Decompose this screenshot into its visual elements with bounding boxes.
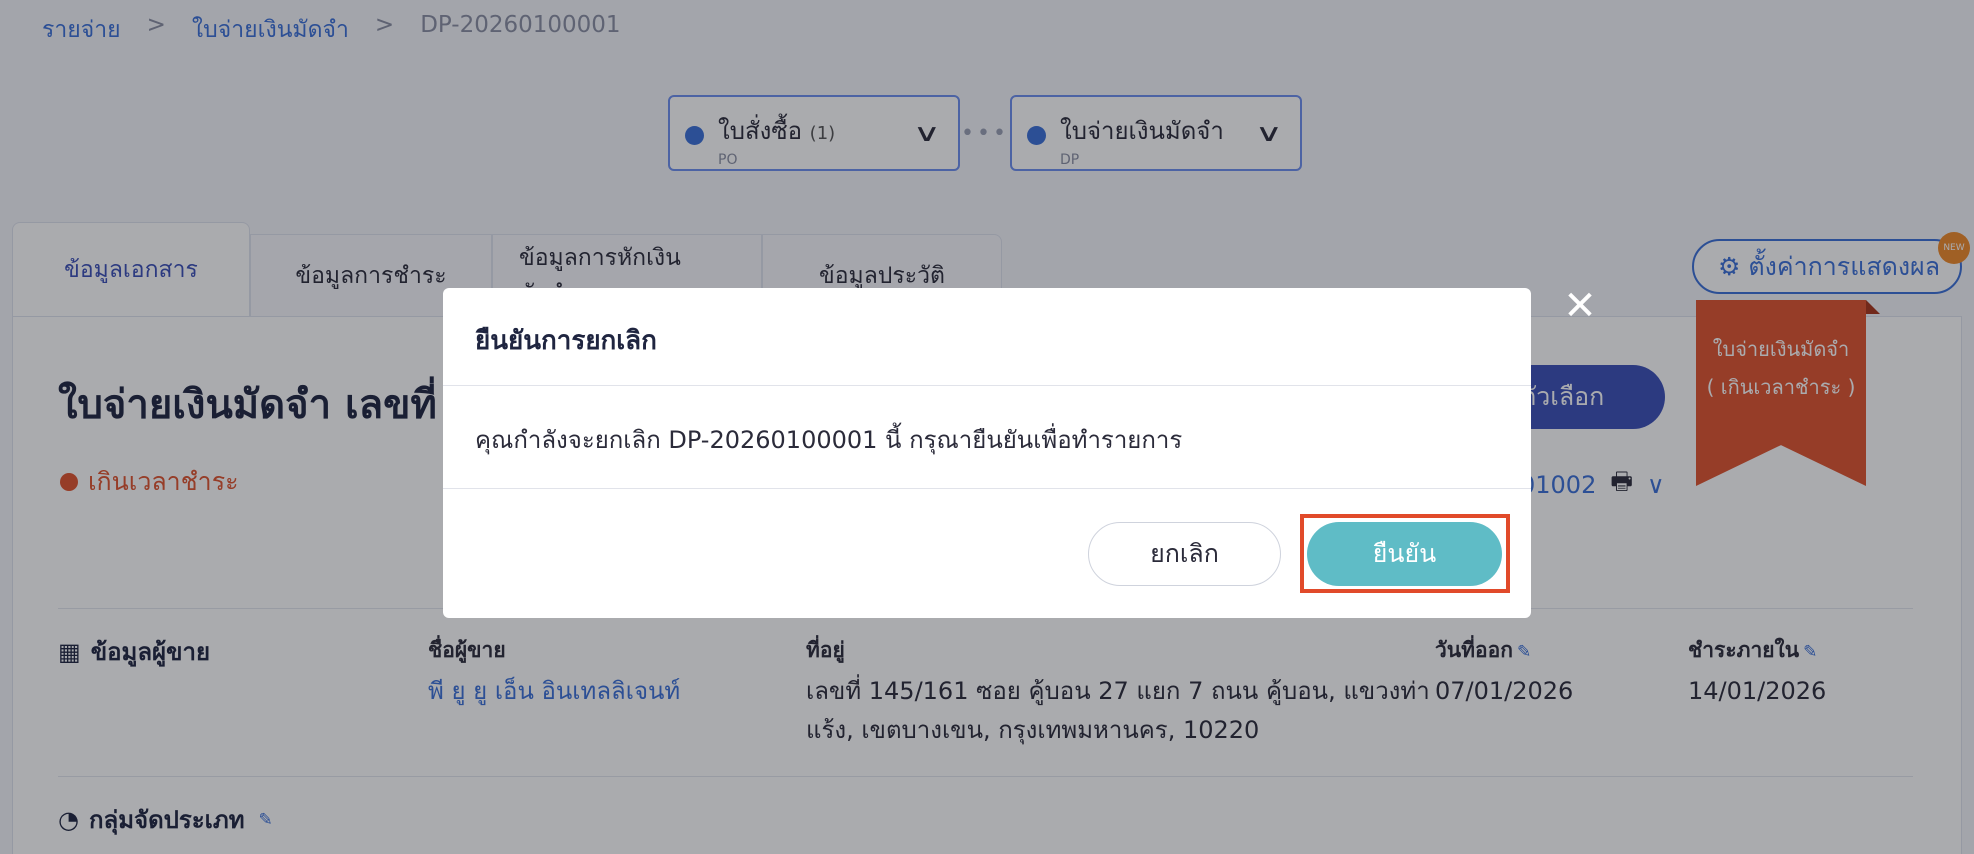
dialog-footer: ยกเลิก ยืนยัน (443, 489, 1531, 617)
confirm-cancel-dialog: ยืนยันการยกเลิก คุณกำลังจะยกเลิก DP-2026… (443, 288, 1531, 618)
dialog-title: ยืนยันการยกเลิก (443, 288, 1531, 386)
cancel-button[interactable]: ยกเลิก (1088, 522, 1281, 586)
confirm-button[interactable]: ยืนยัน (1307, 522, 1502, 586)
dialog-message: คุณกำลังจะยกเลิก DP-20260100001 นี้ กรุณ… (443, 386, 1531, 489)
close-icon[interactable]: ✕ (1562, 286, 1598, 326)
